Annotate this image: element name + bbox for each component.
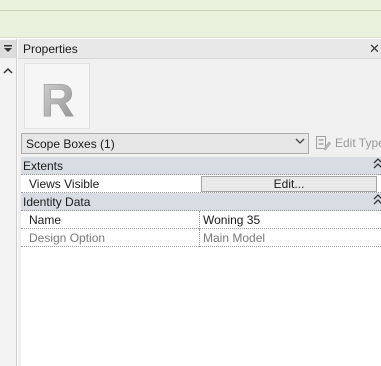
chevron-up-icon[interactable] xyxy=(0,63,16,79)
property-name: Design Option xyxy=(29,231,106,245)
chevron-up-icon[interactable] xyxy=(373,157,381,174)
property-row-views-visible: Views Visible Edit... xyxy=(21,175,381,193)
properties-palette: Properties ✕ R Scope Boxes (1) Edit Type… xyxy=(18,39,381,366)
group-label: Identity Data xyxy=(23,195,91,209)
column-divider xyxy=(199,211,200,229)
properties-grid: Extents Views Visible Edit... Identity D… xyxy=(21,157,381,247)
edit-type-label: Edit Type xyxy=(335,136,381,150)
group-header-extents[interactable]: Extents xyxy=(21,157,381,175)
revit-logo-icon: R xyxy=(41,74,75,127)
chevron-up-icon[interactable] xyxy=(373,193,381,210)
property-value-design-option: Main Model xyxy=(203,231,266,245)
dropdown-menu-icon[interactable] xyxy=(0,40,16,58)
group-header-identity-data[interactable]: Identity Data xyxy=(21,193,381,211)
type-selector-value: Scope Boxes (1) xyxy=(26,137,115,151)
edit-type-icon xyxy=(316,136,331,151)
group-label: Extents xyxy=(23,159,64,173)
type-image: R xyxy=(24,63,90,129)
type-selector[interactable]: Scope Boxes (1) xyxy=(21,133,309,154)
left-strip xyxy=(0,39,17,366)
property-row-design-option: Design Option Main Model xyxy=(21,229,381,247)
property-row-name[interactable]: Name Woning 35 xyxy=(21,211,381,229)
edit-type-button[interactable]: Edit Type xyxy=(312,133,381,154)
ribbon-area xyxy=(0,0,381,38)
ribbon-divider xyxy=(0,10,381,11)
svg-text:R: R xyxy=(41,74,74,126)
property-value-name[interactable]: Woning 35 xyxy=(203,213,260,227)
close-icon[interactable]: ✕ xyxy=(369,40,381,57)
column-divider xyxy=(199,229,200,247)
property-name: Name xyxy=(29,213,62,227)
palette-header: Properties ✕ xyxy=(18,39,381,59)
chevron-down-icon xyxy=(295,136,305,149)
views-visible-edit-button[interactable]: Edit... xyxy=(201,176,377,192)
palette-title: Properties xyxy=(23,42,78,56)
property-name: Views Visible xyxy=(29,177,100,191)
